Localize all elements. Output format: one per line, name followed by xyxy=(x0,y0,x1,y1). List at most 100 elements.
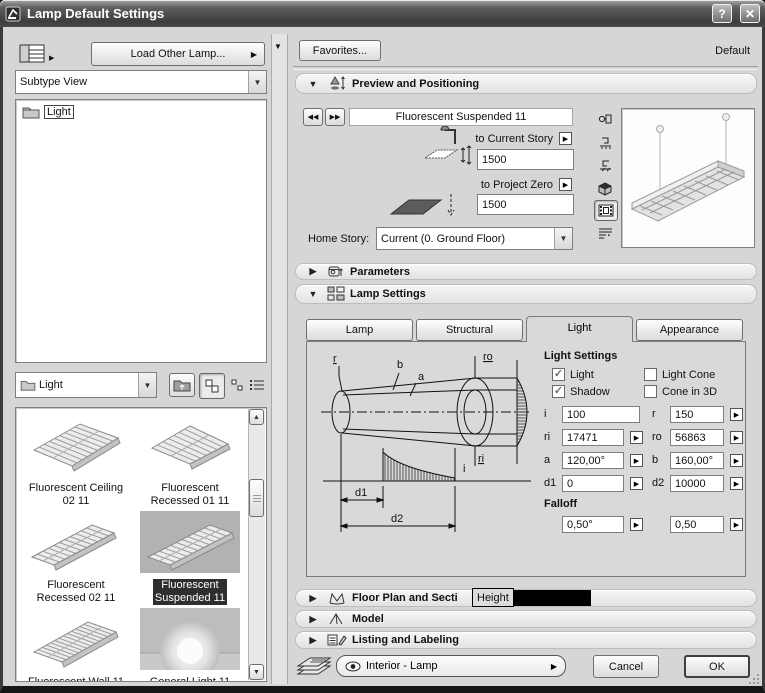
titlebar[interactable]: Lamp Default Settings ? ✕ xyxy=(0,0,765,27)
view-large-icons-button[interactable] xyxy=(199,373,225,399)
checkbox-shadow[interactable]: ✓ Shadow xyxy=(552,385,644,398)
view-list-button[interactable] xyxy=(247,377,267,393)
preview-mode-2d-symbol-button[interactable] xyxy=(594,110,616,129)
resize-grip[interactable] xyxy=(748,673,761,686)
preview-mode-info-button[interactable] xyxy=(594,223,616,242)
preview-mode-front-view-button[interactable] xyxy=(594,133,616,152)
field-input-ro[interactable]: 56863 xyxy=(670,429,724,446)
section-expand-icon[interactable]: ▶ xyxy=(306,614,320,625)
preview-mode-side-view-button[interactable] xyxy=(594,156,616,175)
collapse-left-panel-icon[interactable]: ▼ xyxy=(274,42,282,51)
favorites-button[interactable]: Favorites... xyxy=(299,40,381,61)
scroll-up-button[interactable]: ▲ xyxy=(249,409,264,425)
folder-up-button[interactable] xyxy=(169,373,195,397)
home-story-combo[interactable]: Current (0. Ground Floor) ▼ xyxy=(376,227,573,250)
lamp-item-general-light-11[interactable]: General Light 11 xyxy=(134,608,246,682)
field-input-b[interactable]: 160,00° xyxy=(670,452,724,469)
field-input-a[interactable]: 120,00° xyxy=(562,452,624,469)
lamp-list[interactable]: Fluorescent Ceiling 02 11 Fluorescent Rece… xyxy=(15,407,267,682)
field-menu-button-d2[interactable]: ▶ xyxy=(730,477,743,490)
field-menu-button-ri[interactable]: ▶ xyxy=(630,431,643,444)
field-label-d2: d2 xyxy=(652,477,665,489)
to-project-zero-input[interactable]: 1500 xyxy=(477,194,574,215)
field-input-r[interactable]: 150 xyxy=(670,406,724,423)
field-input-d1[interactable]: 0 xyxy=(562,475,624,492)
layer-selector-button[interactable]: Interior - Lamp ▶ xyxy=(336,655,566,677)
checked-checkbox-icon[interactable]: ✓ xyxy=(552,368,565,381)
checkbox-label: Shadow xyxy=(570,385,610,398)
preview-mode-3d-button[interactable] xyxy=(594,179,616,198)
tree-item-light[interactable]: Light xyxy=(22,105,74,119)
panel-splitter[interactable]: ▼ xyxy=(271,34,288,684)
ok-button[interactable]: OK xyxy=(684,655,750,678)
field-menu-button-ro[interactable]: ▶ xyxy=(730,431,743,444)
field-menu-button-a[interactable]: ▶ xyxy=(630,454,643,467)
lamp-item-fluorescent-recessed-01-11[interactable]: Fluorescent Recessed 01 11 xyxy=(134,414,246,509)
lamp-item-fluorescent-suspended-11[interactable]: Fluorescent Suspended 11 xyxy=(134,511,246,606)
lamp-item-fluorescent-ceiling-02-11[interactable]: Fluorescent Ceiling 02 11 xyxy=(20,414,132,509)
subtype-tree[interactable]: Light xyxy=(15,99,267,363)
object-preview-pane[interactable] xyxy=(621,108,755,248)
section-expand-icon[interactable]: ▶ xyxy=(306,635,320,646)
tab-lamp[interactable]: Lamp xyxy=(306,319,413,341)
section-expand-icon[interactable]: ▶ xyxy=(306,266,320,277)
to-current-story-input[interactable]: 1500 xyxy=(477,149,574,170)
cancel-button[interactable]: Cancel xyxy=(593,655,659,678)
object-name: Fluorescent Suspended 11 xyxy=(395,111,527,123)
section-collapse-icon[interactable]: ▼ xyxy=(306,289,320,299)
home-story-dropdown-icon[interactable]: ▼ xyxy=(554,228,572,249)
close-button[interactable]: ✕ xyxy=(740,4,760,23)
field-menu-button-d1[interactable]: ▶ xyxy=(630,477,643,490)
section-lamp-settings[interactable]: ▼ Lamp Settings xyxy=(295,284,757,304)
unchecked-checkbox-icon[interactable] xyxy=(644,368,657,381)
ceiling-lamp-thumb xyxy=(26,414,126,476)
falloff-input-1[interactable]: 0,50° xyxy=(562,516,624,533)
section-collapse-icon[interactable]: ▼ xyxy=(306,79,320,89)
falloff-menu-button-2[interactable]: ▶ xyxy=(730,518,743,531)
field-input-i[interactable]: 100 xyxy=(562,406,640,423)
section-preview-positioning[interactable]: ▼ Preview and Positioning xyxy=(295,73,757,94)
unchecked-checkbox-icon[interactable] xyxy=(644,385,657,398)
to-project-zero-menu-button[interactable]: ▶ xyxy=(559,178,572,191)
scroll-down-button[interactable]: ▼ xyxy=(249,664,264,680)
pane-layout-button[interactable]: ▶ xyxy=(19,44,54,68)
view-small-icons-button[interactable] xyxy=(229,377,245,393)
section-model[interactable]: ▶ Model xyxy=(295,610,757,628)
layer-menu-arrow-icon: ▶ xyxy=(550,661,557,671)
section-parameters[interactable]: ▶ Parameters xyxy=(295,263,757,280)
field-input-d2[interactable]: 10000 xyxy=(670,475,724,492)
lamp-list-scrollbar[interactable]: ▲ ▼ xyxy=(248,409,265,680)
to-current-story-menu-button[interactable]: ▶ xyxy=(559,132,572,145)
preview-mode-picture-button[interactable] xyxy=(594,200,618,221)
section-listing[interactable]: ▶ Listing and Labeling xyxy=(295,631,757,649)
tab-structural[interactable]: Structural xyxy=(416,319,523,341)
subtype-view-dropdown-icon[interactable]: ▼ xyxy=(248,71,266,93)
scrollbar-thumb[interactable] xyxy=(249,479,264,517)
help-button[interactable]: ? xyxy=(712,4,732,23)
checked-checkbox-icon[interactable]: ✓ xyxy=(552,385,565,398)
checkbox-cone-in-3d[interactable]: Cone in 3D xyxy=(644,385,744,398)
field-menu-button-b[interactable]: ▶ xyxy=(730,454,743,467)
svg-text:r: r xyxy=(333,353,337,365)
falloff-menu-button-1[interactable]: ▶ xyxy=(630,518,643,531)
folder-combo[interactable]: Light ▼ xyxy=(15,372,157,398)
tab-light[interactable]: Light xyxy=(526,316,633,342)
to-project-zero-value: 1500 xyxy=(482,198,507,211)
lamp-item-label: Fluorescent Ceiling 02 11 xyxy=(28,482,124,507)
checkbox-light-cone[interactable]: Light Cone xyxy=(644,368,744,381)
checkbox-light[interactable]: ✓ Light xyxy=(552,368,644,381)
next-object-button[interactable]: ▶▶ xyxy=(325,108,345,126)
lamp-item-fluorescent-wall-11[interactable]: Fluorescent Wall 11 xyxy=(20,608,132,681)
lamp-item-label: General Light 11 xyxy=(149,676,231,682)
section-expand-icon[interactable]: ▶ xyxy=(306,593,320,604)
lamp-item-fluorescent-recessed-02-11[interactable]: Fluorescent Recessed 02 11 xyxy=(20,511,132,606)
tab-appearance[interactable]: Appearance xyxy=(636,319,743,341)
field-menu-button-r[interactable]: ▶ xyxy=(730,408,743,421)
subtype-view-combo[interactable]: Subtype View ▼ xyxy=(15,70,267,94)
load-other-lamp-button[interactable]: Load Other Lamp... ▶ xyxy=(91,42,265,66)
falloff-input-2[interactable]: 0,50 xyxy=(670,516,724,533)
folder-combo-dropdown-icon[interactable]: ▼ xyxy=(138,373,156,397)
prev-object-button[interactable]: ◀◀ xyxy=(303,108,323,126)
field-input-ri[interactable]: 17471 xyxy=(562,429,624,446)
light-tab-panel: r b a ro ri i d1 d2 Light Settings ✓ Ligh… xyxy=(306,341,746,577)
